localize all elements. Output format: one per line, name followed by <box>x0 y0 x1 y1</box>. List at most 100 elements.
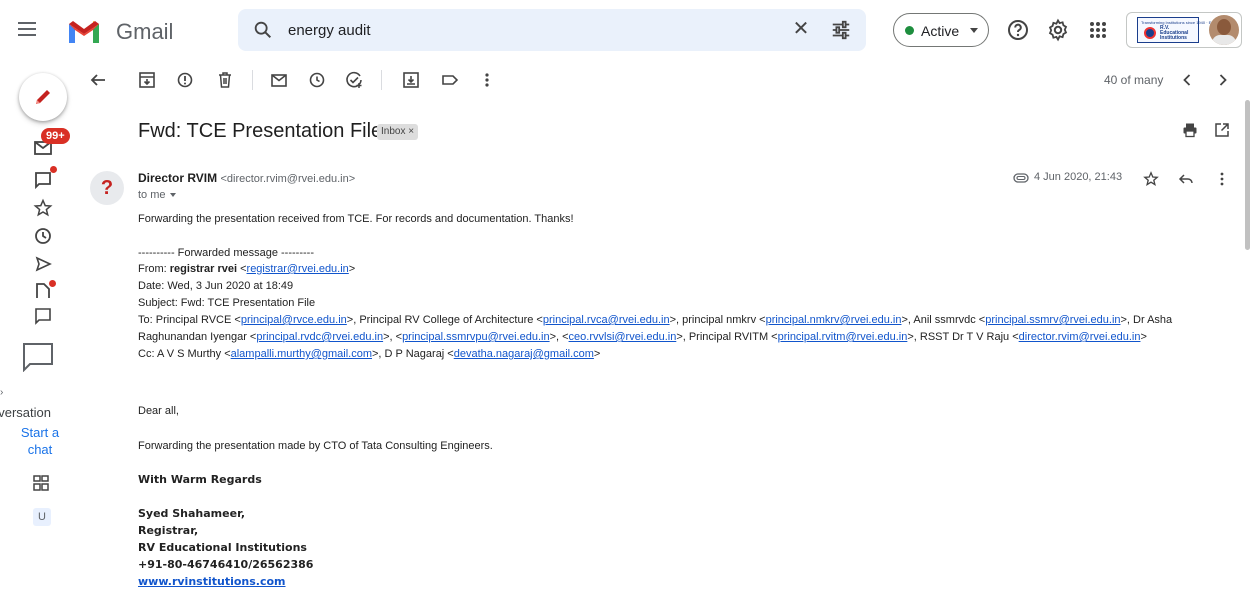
recipient-email-link[interactable]: principal.ssmrvpu@rvei.edu.in <box>402 331 550 343</box>
to-text: >, Principal RV College of Architecture … <box>346 314 543 326</box>
search-icon[interactable] <box>252 19 274 41</box>
status-dropdown[interactable]: Active <box>893 13 989 47</box>
move-to-icon[interactable] <box>402 71 420 89</box>
forwarded-to-line-2: Raghunandan Iyengar <principal.rvdc@rvei… <box>138 331 1147 343</box>
settings-gear-icon[interactable] <box>1046 18 1070 42</box>
recipient-email-link[interactable]: principal.ssmrv@rvei.edu.in <box>985 314 1120 326</box>
forwarded-subject-line: Subject: Fwd: TCE Presentation File <box>138 297 316 309</box>
chat-caret-icon: › <box>0 387 4 398</box>
chat-notification-dot <box>50 166 57 173</box>
forward-body-text: Forwarding the presentation made by CTO … <box>138 440 493 452</box>
delete-trash-icon[interactable] <box>216 71 234 89</box>
forwarded-cc-line: Cc: A V S Murthy <alampalli.murthy@gmail… <box>138 348 600 360</box>
recipient-email-link[interactable]: principal.rvdc@rvei.edu.in <box>256 331 383 343</box>
star-icon[interactable] <box>1143 171 1159 187</box>
main-menu-icon[interactable] <box>18 18 40 40</box>
recipient-email-link[interactable]: ceo.rvvlsi@rvei.edu.in <box>569 331 677 343</box>
recipient-email-link[interactable]: principal.nmkrv@rvei.edu.in <box>766 314 902 326</box>
sender-name[interactable]: Director RVIM <box>138 171 217 185</box>
clear-search-icon[interactable]: ✕ <box>790 18 812 40</box>
spaces-grid-icon[interactable] <box>32 474 50 492</box>
from-name: registrar rvei <box>169 263 238 275</box>
back-arrow-icon[interactable] <box>89 71 107 89</box>
account-avatar[interactable] <box>1209 15 1239 45</box>
toolbar-separator <box>252 70 253 90</box>
email-subject: Fwd: TCE Presentation File <box>138 120 383 142</box>
drafts-notification-dot <box>49 280 56 287</box>
message-date: 4 Jun 2020, 21:43 <box>1034 171 1123 183</box>
app-name[interactable]: Gmail <box>116 19 173 45</box>
snoozed-clock-icon[interactable] <box>33 226 53 246</box>
report-spam-icon[interactable] <box>176 71 194 89</box>
start-chat-link[interactable]: Start a chat <box>20 424 60 458</box>
avatar-face <box>1217 19 1231 35</box>
chevron-down-icon <box>970 28 978 33</box>
user-space-badge[interactable]: U <box>33 508 51 526</box>
chat-icon[interactable] <box>33 170 53 190</box>
recipient-email-link[interactable]: principal.rvca@rvei.edu.in <box>543 314 670 326</box>
to-text: Raghunandan Iyengar < <box>138 331 257 343</box>
conversation-placeholder-icon <box>23 343 53 372</box>
open-in-new-window-icon[interactable] <box>1214 122 1230 138</box>
organization-logo: Transforming Institutions since 1940 · E… <box>1137 17 1229 43</box>
website-link[interactable]: www.rvinstitutions.com <box>138 575 286 588</box>
org-name-line-3: Institutions <box>1160 35 1187 41</box>
to-text: >, Dr Asha <box>1120 314 1173 326</box>
forwarded-date-line: Date: Wed, 3 Jun 2020 at 18:49 <box>138 280 294 292</box>
sender-avatar[interactable]: ? <box>90 171 124 205</box>
forwarded-to-line-1: To: Principal RVCE <principal@rvce.edu.i… <box>138 314 1172 326</box>
from-prefix: From: <box>138 263 170 275</box>
unread-count-badge: 99+ <box>41 128 70 144</box>
from-bracket-close: > <box>348 263 356 275</box>
apps-grid-icon[interactable] <box>1086 18 1110 42</box>
recipient-email-link[interactable]: director.rvim@rvei.edu.in <box>1019 331 1141 343</box>
print-icon[interactable] <box>1182 122 1198 138</box>
status-dot-icon <box>905 26 914 35</box>
previous-chevron-icon[interactable] <box>1178 71 1196 89</box>
recipient-email-link[interactable]: principal@rvce.edu.in <box>241 314 347 326</box>
sender-line: Director RVIM <director.rvim@rvei.edu.in… <box>138 171 355 185</box>
cc-text: Cc: A V S Murthy < <box>138 348 231 360</box>
signature-website: www.rvinstitutions.com <box>138 575 286 588</box>
to-me-label: to me <box>138 189 166 201</box>
cc-email-link[interactable]: alampalli.murthy@gmail.com <box>231 348 372 360</box>
greeting-text: Dear all, <box>138 405 179 417</box>
to-text: >, RSST Dr T V Raju < <box>907 331 1019 343</box>
snooze-icon[interactable] <box>308 71 326 89</box>
starred-icon[interactable] <box>33 198 53 218</box>
sent-icon[interactable] <box>33 254 53 274</box>
cc-email-link[interactable]: devatha.nagaraj@gmail.com <box>454 348 594 360</box>
sender-email: <director.rvim@rvei.edu.in> <box>220 173 356 185</box>
next-chevron-icon[interactable] <box>1214 71 1232 89</box>
forwarded-header: ---------- Forwarded message --------- <box>138 247 314 259</box>
label-icon[interactable] <box>441 71 459 89</box>
compose-button[interactable] <box>19 73 67 121</box>
reply-icon[interactable] <box>1178 171 1194 187</box>
cc-text: > <box>593 348 601 360</box>
search-options-icon[interactable] <box>830 19 852 41</box>
toolbar-separator <box>381 70 382 90</box>
avatar-shirt <box>1212 35 1236 45</box>
message-more-options-icon[interactable] <box>1214 171 1230 187</box>
inbox-label-chip[interactable]: Inbox × <box>377 124 419 140</box>
help-icon[interactable] <box>1006 18 1030 42</box>
gmail-logo-icon[interactable] <box>67 19 101 43</box>
forwarded-from-line: From: registrar rvei <registrar@rvei.edu… <box>138 263 355 275</box>
signature-phone: +91-80-46746410/26562386 <box>138 558 314 571</box>
search-input[interactable] <box>288 19 768 41</box>
org-emblem-icon <box>1144 27 1156 39</box>
chat-bubble-icon[interactable] <box>33 306 53 326</box>
from-email-link[interactable]: registrar@rvei.edu.in <box>247 263 349 275</box>
more-vertical-icon[interactable] <box>478 71 496 89</box>
account-switcher[interactable]: Transforming Institutions since 1940 · E… <box>1126 12 1242 48</box>
archive-icon[interactable] <box>138 71 156 89</box>
mark-unread-icon[interactable] <box>270 71 288 89</box>
recipient-details-toggle[interactable]: to me <box>138 189 176 201</box>
attachment-icon <box>1013 173 1029 183</box>
intro-text: Forwarding the presentation received fro… <box>138 213 574 225</box>
scrollbar-thumb[interactable] <box>1245 100 1250 250</box>
search-bar[interactable]: ✕ <box>238 9 866 51</box>
add-task-icon[interactable] <box>345 71 363 89</box>
signature-name: Syed Shahameer, <box>138 507 246 520</box>
recipient-email-link[interactable]: principal.rvitm@rvei.edu.in <box>778 331 908 343</box>
